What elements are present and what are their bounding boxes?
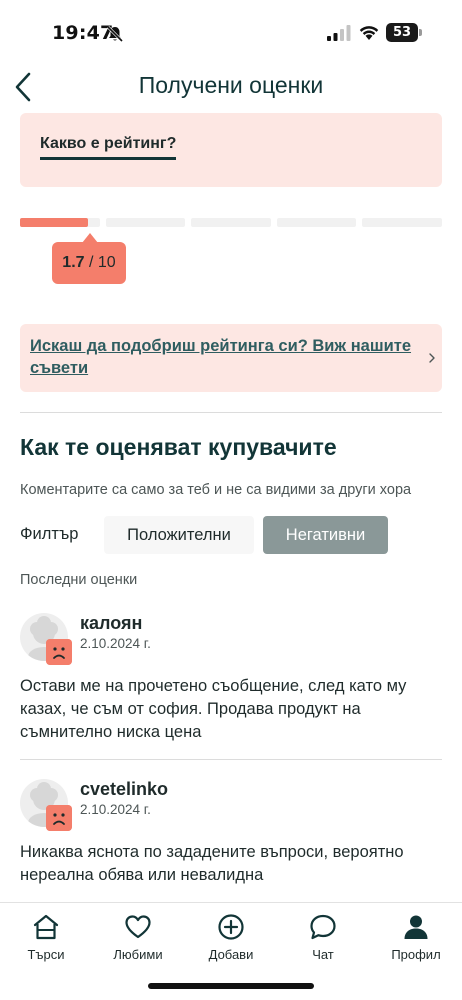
rating-fill — [20, 218, 88, 227]
filter-label: Филтър — [20, 525, 79, 543]
home-indicator — [148, 983, 314, 989]
nav-label-favorites: Любими — [113, 947, 163, 962]
nav-item-favorites[interactable]: Любими — [98, 913, 178, 962]
section-subtitle: Коментарите са само за теб и не са видим… — [20, 482, 412, 498]
rating-segment — [362, 218, 442, 227]
review-item: cvetelinko 2.10.2024 г. Никаква яснота п… — [20, 779, 442, 899]
nav-label-search: Търси — [27, 947, 65, 962]
sad-face-icon — [46, 805, 72, 831]
rating-segment — [276, 218, 357, 227]
improve-rating-card[interactable]: Искаш да подобриш рейтинга си? Виж нашит… — [20, 324, 442, 392]
person-icon — [404, 915, 428, 939]
review-text: Остави ме на прочетено съобщение, след к… — [20, 677, 407, 741]
improve-rating-link[interactable]: Искаш да подобриш рейтинга си? Виж нашит… — [30, 335, 422, 379]
section-title: Как те оценяват купувачите — [20, 434, 337, 460]
nav-item-chat[interactable]: Чат — [283, 913, 363, 962]
what-is-rating-card: Какво е рейтинг? — [20, 113, 442, 187]
nav-item-profile[interactable]: Профил — [376, 913, 456, 962]
rating-segment — [105, 218, 186, 227]
rating-max: / 10 — [89, 254, 116, 271]
nav-item-search[interactable]: Търси — [6, 913, 86, 962]
reviewer-name[interactable]: калоян — [80, 613, 142, 634]
recent-reviews-label: Последни оценки — [20, 572, 138, 588]
review-date: 2.10.2024 г. — [80, 802, 151, 817]
divider — [20, 412, 442, 413]
chat-bubble-icon — [310, 914, 336, 940]
divider — [20, 759, 442, 760]
heart-icon — [125, 915, 151, 939]
nav-label-chat: Чат — [312, 947, 334, 962]
status-bar: 19:47 53 — [0, 0, 462, 64]
filter-negative-button[interactable]: Негативни — [263, 516, 388, 554]
nav-item-add[interactable]: Добави — [191, 913, 271, 962]
page-title: Получени оценки — [138, 72, 324, 98]
filter-positive-button[interactable]: Положителни — [104, 516, 254, 554]
review-text: Никаква яснота по зададените въпроси, ве… — [20, 843, 404, 884]
nav-label-add: Добави — [208, 947, 254, 962]
battery-icon: 53 — [386, 23, 418, 42]
reviewer-name[interactable]: cvetelinko — [80, 779, 168, 800]
review-date: 2.10.2024 г. — [80, 636, 151, 651]
what-is-rating-link[interactable]: Какво е рейтинг? — [40, 135, 177, 160]
review-item: калоян 2.10.2024 г. Остави ме на прочете… — [20, 613, 442, 753]
rating-segment — [191, 218, 271, 227]
rating-badge: 1.7 / 10 — [52, 242, 126, 284]
signal-icon — [327, 25, 351, 41]
battery-cap — [419, 29, 422, 36]
wifi-icon — [359, 26, 379, 40]
rating-bar — [20, 218, 442, 227]
nav-label-profile: Профил — [391, 947, 441, 962]
sad-face-icon — [46, 639, 72, 665]
status-time: 19:47 — [52, 22, 114, 44]
bell-slash-icon — [106, 25, 124, 43]
home-icon — [33, 914, 59, 940]
nav-header: Получени оценки — [0, 64, 462, 108]
plus-circle-icon — [218, 914, 244, 940]
rating-value: 1.7 — [62, 254, 85, 271]
chevron-right-icon — [429, 353, 435, 363]
